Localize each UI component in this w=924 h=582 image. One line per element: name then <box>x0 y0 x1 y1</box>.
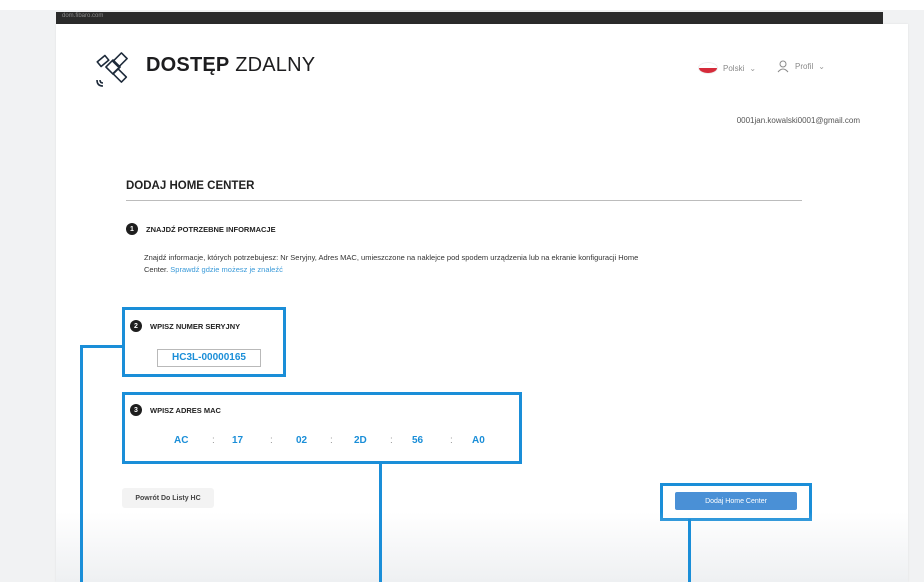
callout-line <box>80 345 122 348</box>
mac-highlight-box <box>122 392 522 464</box>
info-text: Znajdź informacje, których potrzebujesz:… <box>144 253 639 262</box>
page-title: DODAJ HOME CENTER <box>126 180 255 192</box>
step-label: ZNAJDŹ POTRZEBNE INFORMACJE <box>146 224 276 234</box>
page-container: DOSTĘP ZDALNY Polski ⌄ Profil ⌄ 0001jan.… <box>56 24 908 582</box>
where-to-find-link[interactable]: Sprawdź gdzie możesz je znaleźć <box>170 265 283 274</box>
callout-line <box>379 462 382 582</box>
mac-octet-5[interactable]: 56 <box>412 435 423 446</box>
step-3-heading: 3 WPISZ ADRES MAC <box>130 404 221 416</box>
profile-label: Profil <box>795 61 814 71</box>
language-selector[interactable]: Polski ⌄ <box>698 62 756 74</box>
brand-light: ZDALNY <box>235 54 316 76</box>
mac-octet-4[interactable]: 2D <box>354 435 367 446</box>
back-to-list-button[interactable]: Powrót Do Listy HC <box>122 488 214 508</box>
serial-number-input[interactable]: HC3L-00000165 <box>157 349 261 367</box>
mac-separator: : <box>212 435 215 446</box>
info-text-2: Center. <box>144 265 169 274</box>
chevron-down-icon: ⌄ <box>749 63 757 73</box>
mac-octet-6[interactable]: A0 <box>472 435 485 446</box>
profile-menu[interactable]: Profil ⌄ <box>776 59 825 73</box>
brand-title: DOSTĘP ZDALNY <box>146 54 315 77</box>
step-number-badge: 1 <box>126 223 138 235</box>
mac-separator: : <box>390 435 393 446</box>
mac-address-input[interactable]: AC : 17 : 02 : 2D : 56 : A0 <box>174 435 534 449</box>
add-home-center-button[interactable]: Dodaj Home Center <box>675 492 797 510</box>
step-label: WPISZ NUMER SERYJNY <box>150 321 241 331</box>
mac-octet-3[interactable]: 02 <box>296 435 307 446</box>
language-label: Polski <box>723 63 745 73</box>
browser-url: dom.fibaro.com <box>62 13 104 19</box>
mac-separator: : <box>270 435 273 446</box>
divider <box>126 200 802 201</box>
mac-separator: : <box>450 435 453 446</box>
brand-bold: DOSTĘP <box>146 54 230 76</box>
user-email: 0001jan.kowalski0001@gmail.com <box>736 116 860 125</box>
mac-octet-1[interactable]: AC <box>174 435 188 446</box>
info-description: Znajdź informacje, których potrzebujesz:… <box>144 252 824 276</box>
satellite-logo-icon <box>96 52 128 87</box>
top-margin <box>0 0 924 10</box>
page-bottom-fade <box>56 512 908 582</box>
mac-octet-2[interactable]: 17 <box>232 435 243 446</box>
step-1-heading: 1 ZNAJDŹ POTRZEBNE INFORMACJE <box>126 223 276 235</box>
step-number-badge: 3 <box>130 404 142 416</box>
step-label: WPISZ ADRES MAC <box>150 405 221 415</box>
callout-line <box>80 345 83 582</box>
step-2-heading: 2 WPISZ NUMER SERYJNY <box>130 320 240 332</box>
browser-bar: dom.fibaro.com <box>56 12 883 24</box>
chevron-down-icon: ⌄ <box>818 61 825 71</box>
user-icon <box>777 60 789 73</box>
poland-flag-icon <box>698 62 718 74</box>
callout-line <box>688 519 691 582</box>
step-number-badge: 2 <box>130 320 142 332</box>
mac-separator: : <box>330 435 333 446</box>
